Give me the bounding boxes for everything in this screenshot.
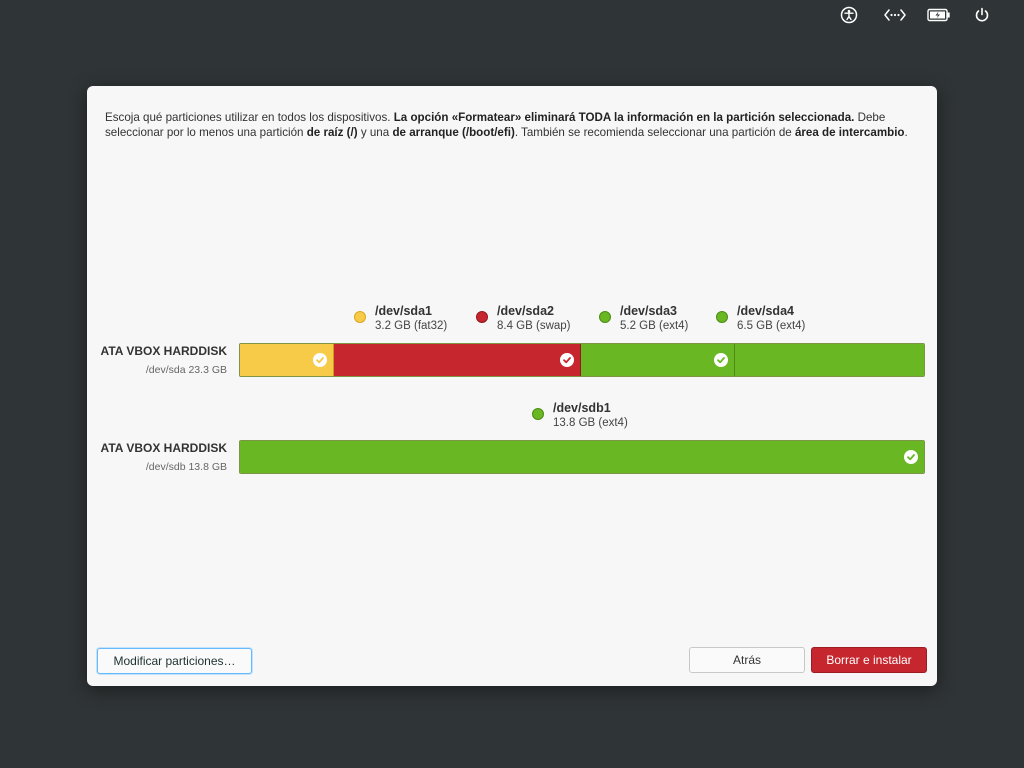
legend-partition-size: 5.2 GB (ext4)	[620, 320, 689, 332]
legend-sda3: /dev/sda3 5.2 GB (ext4)	[599, 304, 688, 333]
disk-label-sdb: ATA VBOX HARDDISK /dev/sdb 13.8 GB	[101, 440, 227, 474]
instructions-text: Escoja qué particiones utilizar en todos…	[105, 110, 927, 140]
disk-bar-sdb	[239, 440, 925, 474]
partition-sda3[interactable]	[581, 344, 735, 376]
legend-partition-name: /dev/sda3	[620, 304, 677, 318]
legend-sdb1: /dev/sdb1 13.8 GB (ext4)	[532, 401, 628, 430]
legend-partition-size: 13.8 GB (ext4)	[553, 417, 628, 429]
partition-dialog: Escoja qué particiones utilizar en todos…	[87, 86, 937, 686]
legend-partition-name: /dev/sda4	[737, 304, 794, 318]
instructions-part: y una	[357, 126, 393, 139]
partition-sda2[interactable]	[334, 344, 581, 376]
check-icon	[313, 353, 327, 367]
erase-and-install-button[interactable]: Borrar e instalar	[811, 647, 927, 673]
network-icon[interactable]	[882, 5, 908, 25]
check-icon	[904, 450, 918, 464]
instructions-part: Escoja qué particiones utilizar en todos…	[105, 111, 394, 124]
back-button[interactable]: Atrás	[689, 647, 805, 673]
legend-sda2: /dev/sda2 8.4 GB (swap)	[476, 304, 571, 333]
partition-sda1[interactable]	[240, 344, 334, 376]
yellow-dot-icon	[354, 311, 366, 323]
partition-sdb1[interactable]	[240, 441, 924, 473]
legend-partition-name: /dev/sda1	[375, 304, 432, 318]
instructions-root: de raíz (/)	[306, 126, 358, 139]
accessibility-icon[interactable]	[838, 5, 860, 25]
disk-name: ATA VBOX HARDDISK	[100, 344, 227, 358]
check-icon	[714, 353, 728, 367]
modify-partitions-button[interactable]: Modificar particiones…	[97, 648, 252, 674]
legend-partition-size: 8.4 GB (swap)	[497, 320, 571, 332]
power-icon[interactable]	[971, 5, 993, 25]
green-dot-icon	[599, 311, 611, 323]
green-dot-icon	[532, 408, 544, 420]
instructions-part: .	[904, 126, 908, 139]
red-dot-icon	[476, 311, 488, 323]
green-dot-icon	[716, 311, 728, 323]
check-icon	[560, 353, 574, 367]
legend-sda1: /dev/sda1 3.2 GB (fat32)	[354, 304, 447, 333]
battery-charging-icon[interactable]	[926, 5, 952, 25]
legend-partition-size: 6.5 GB (ext4)	[737, 320, 806, 332]
partition-sda4[interactable]	[735, 344, 924, 376]
legend-partition-size: 3.2 GB (fat32)	[375, 320, 448, 332]
disk-label-sda: ATA VBOX HARDDISK /dev/sda 23.3 GB	[101, 343, 227, 377]
instructions-part: . También se recomienda seleccionar una …	[514, 126, 795, 139]
legend-partition-name: /dev/sdb1	[553, 401, 611, 415]
instructions-swap: área de intercambio	[794, 126, 905, 139]
disk-device-size: /dev/sdb 13.8 GB	[145, 461, 227, 473]
instructions-warning: La opción «Formatear» eliminará TODA la …	[393, 111, 855, 124]
legend-partition-name: /dev/sda2	[497, 304, 554, 318]
disk-bar-sda	[239, 343, 925, 377]
disk-name: ATA VBOX HARDDISK	[100, 441, 227, 455]
legend-sda4: /dev/sda4 6.5 GB (ext4)	[716, 304, 805, 333]
instructions-boot: de arranque (/boot/efi)	[392, 126, 515, 139]
disk-device-size: /dev/sda 23.3 GB	[145, 364, 227, 376]
top-panel	[824, 0, 1024, 30]
